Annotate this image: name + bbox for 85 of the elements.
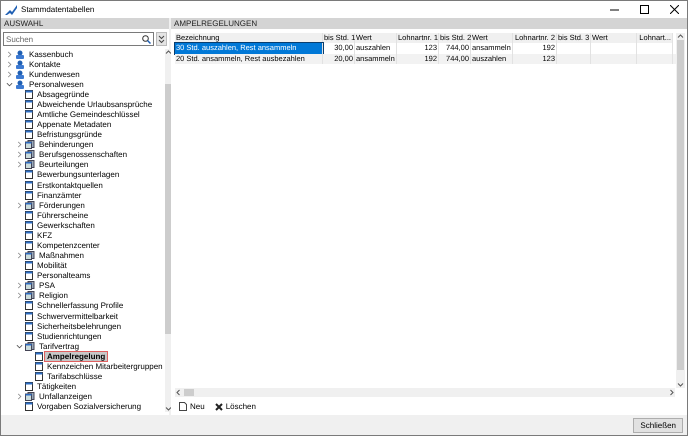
chevron-right-icon[interactable] [16, 151, 22, 158]
chevron-right-icon[interactable] [6, 50, 12, 58]
tree-item[interactable]: Förderungen [37, 200, 87, 210]
chevron-right-icon[interactable] [16, 393, 22, 400]
maximize-icon[interactable] [640, 5, 648, 14]
stacked-tables-icon [25, 150, 35, 160]
tree-item[interactable]: Absagegründe [35, 90, 92, 99]
tree-item[interactable]: Amtliche Gemeindeschlüssel [35, 110, 142, 119]
tree-item[interactable]: Ampelregelung [45, 352, 108, 361]
tree-item[interactable]: Befristungsgründe [35, 130, 104, 140]
chevron-right-icon[interactable] [16, 141, 22, 148]
new-button[interactable]: Neu [179, 402, 205, 411]
tree-item[interactable]: Beurteilungen [37, 160, 90, 170]
tree-item[interactable]: Kompetenzcenter [35, 241, 102, 250]
table-icon [25, 402, 33, 412]
tree-item[interactable]: Kennzeichen Mitarbeitergruppen [45, 362, 165, 371]
tree-item[interactable]: Behinderungen [37, 140, 96, 150]
tree-item[interactable]: Religion [37, 291, 70, 300]
window-title: Stammdatentabellen [21, 5, 96, 14]
tree-item[interactable]: Tätigkeiten [35, 382, 78, 392]
chevron-right-icon[interactable] [6, 70, 12, 78]
tree-item[interactable]: Tarifabschlüsse [45, 372, 104, 382]
tree-item[interactable]: Bewerbungsunterlagen [35, 170, 122, 180]
horizontal-scrollbar[interactable] [175, 388, 675, 397]
panel-header: AUSWAHL [1, 18, 169, 29]
search-icon[interactable] [142, 34, 151, 44]
tree-item[interactable]: Tarifvertrag [37, 342, 82, 351]
tree-item[interactable]: Kassenbuch [27, 50, 76, 59]
expand-all-button[interactable] [156, 32, 167, 46]
tree-item[interactable]: KFZ [35, 230, 54, 240]
scroll-down-icon[interactable] [164, 405, 172, 412]
tree-item[interactable]: Kundenwesen [27, 70, 82, 79]
stacked-tables-icon [25, 281, 35, 290]
stacked-tables-icon [25, 200, 35, 210]
chevron-down-icon[interactable] [16, 342, 22, 350]
scroll-up-icon[interactable] [164, 49, 172, 56]
tree-item[interactable]: Schnellerfassung Profile [35, 301, 126, 310]
tree-item[interactable]: PSA [37, 281, 58, 290]
stacked-tables-icon [25, 140, 35, 150]
delete-button[interactable]: Löschen [214, 402, 256, 411]
scroll-right-icon[interactable] [668, 389, 675, 396]
tree-item[interactable]: Personalwesen [27, 80, 86, 89]
search-field[interactable]: Suchen [3, 32, 154, 46]
chevron-right-icon[interactable] [16, 161, 22, 168]
stacked-tables-icon [25, 251, 35, 260]
document-icon [179, 402, 187, 411]
chevron-right-icon[interactable] [16, 202, 22, 209]
tree-item[interactable]: Appenate Metadaten [35, 120, 114, 130]
close-icon[interactable] [670, 5, 678, 14]
panel-header: AMPELREGELUNGEN [171, 18, 687, 29]
chevron-right-icon[interactable] [16, 282, 22, 290]
scrollbar[interactable] [676, 33, 685, 388]
close-dialog-button[interactable]: Schließen [633, 418, 683, 432]
tree-item[interactable]: Unfallanzeigen [37, 392, 94, 402]
search-input[interactable]: Suchen [6, 34, 142, 44]
scroll-left-icon[interactable] [175, 389, 182, 396]
tree-item[interactable]: Gewerkschaften [35, 220, 97, 230]
chevron-right-icon[interactable] [6, 60, 12, 68]
tree-item[interactable]: Finanzämter [35, 190, 84, 200]
scroll-down-icon[interactable] [677, 381, 684, 388]
table-icon [25, 382, 33, 392]
tree-item[interactable]: Kontakte [27, 60, 63, 69]
tree-item[interactable]: Studienrichtungen [35, 332, 104, 341]
scroll-up-icon[interactable] [677, 33, 684, 40]
chevron-down-icon[interactable] [6, 80, 12, 88]
tree-item[interactable]: Mobilität [35, 261, 69, 270]
app-logo-icon [5, 4, 17, 14]
tree-item[interactable]: Berufsgenossenschaften [37, 150, 130, 160]
tree-item[interactable]: Führerscheine [35, 210, 90, 220]
scroll-thumb[interactable] [184, 389, 194, 396]
chevron-right-icon[interactable] [16, 252, 22, 260]
tree-item[interactable]: Personalteams [35, 271, 92, 280]
cross-icon [214, 402, 223, 410]
stacked-tables-icon [25, 160, 35, 170]
scrollbar[interactable] [164, 49, 172, 412]
tree-item[interactable]: Vorgaben Sozialversicherung [35, 402, 144, 412]
stacked-tables-icon [25, 392, 35, 402]
tree-item[interactable]: Schwervermittelbarkeit [35, 312, 120, 321]
chevron-right-icon[interactable] [16, 292, 22, 300]
stacked-tables-icon [25, 342, 35, 351]
stacked-tables-icon [25, 291, 35, 300]
tree-item[interactable]: Maßnahmen [37, 251, 86, 260]
tree-item[interactable]: Sicherheitsbelehrungen [35, 322, 124, 331]
tree-item[interactable]: Erstkontaktquellen [35, 180, 105, 190]
tree-item[interactable]: Abweichende Urlaubsansprüche [35, 100, 154, 109]
